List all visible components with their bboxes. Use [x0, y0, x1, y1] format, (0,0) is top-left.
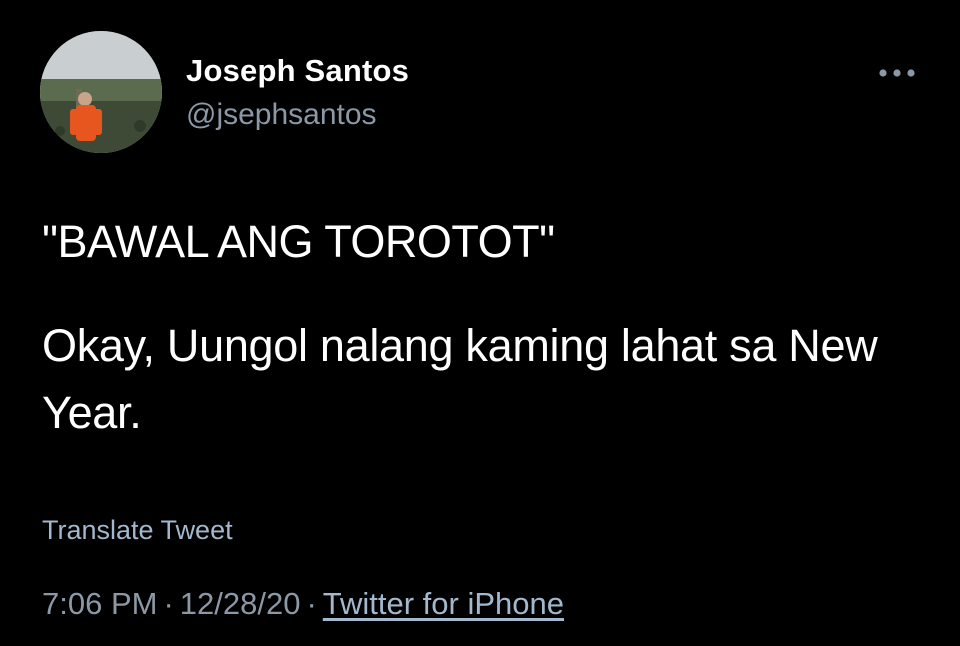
translate-tweet-link[interactable]: Translate Tweet: [42, 515, 233, 546]
avatar-photo-icon: [40, 31, 162, 153]
separator-dot: ·: [163, 586, 174, 621]
separator-dot: ·: [306, 586, 317, 621]
tweet-time[interactable]: 7:06 PM: [42, 586, 157, 621]
author-handle[interactable]: @jsephsantos: [186, 98, 377, 132]
author-avatar[interactable]: [40, 31, 162, 153]
more-options-icon[interactable]: [872, 60, 922, 86]
tweet-text-body: Okay, Uungol nalang kaming lahat sa New …: [42, 320, 878, 438]
tweet-date[interactable]: 12/28/20: [180, 586, 301, 621]
tweet-source-link[interactable]: Twitter for iPhone: [323, 586, 564, 621]
tweet-card: Joseph Santos @jsephsantos "BAWAL ANG TO…: [0, 0, 960, 646]
author-display-name[interactable]: Joseph Santos: [186, 53, 409, 89]
tweet-metadata: 7:06 PM · 12/28/20 · Twitter for iPhone: [42, 586, 564, 622]
tweet-text-line-1: "BAWAL ANG TOROTOT": [42, 216, 555, 267]
